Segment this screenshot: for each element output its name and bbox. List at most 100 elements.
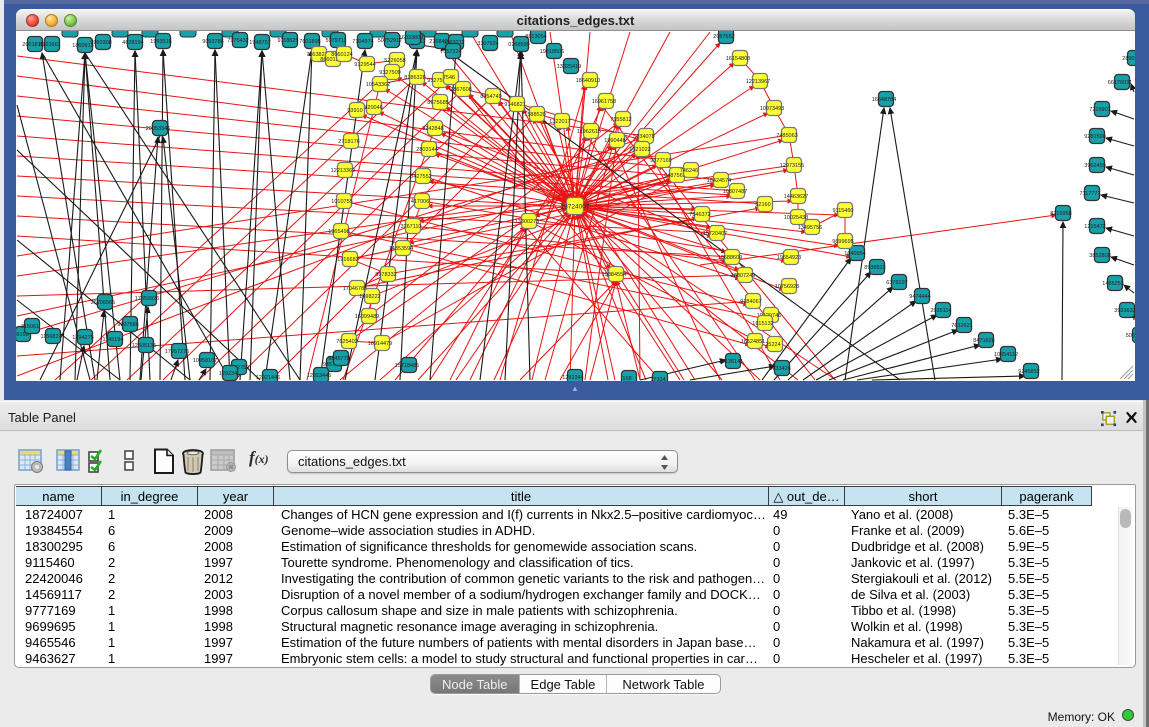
svg-text:1156827: 1156827 [40, 334, 61, 340]
svg-text:17359926: 17359926 [135, 296, 159, 302]
svg-text:7215901: 7215901 [1089, 107, 1110, 113]
svg-text:14463627: 14463627 [784, 194, 808, 200]
svg-text:15720407: 15720407 [703, 231, 727, 237]
svg-text:2867608: 2867608 [450, 87, 471, 93]
svg-text:10025438: 10025438 [784, 215, 808, 221]
svg-text:9281590: 9281590 [1084, 134, 1105, 140]
svg-text:8660124: 8660124 [331, 52, 352, 58]
svg-text:3852808: 3852808 [1089, 253, 1110, 259]
svg-text:12213967: 12213967 [746, 79, 770, 85]
svg-text:3962459: 3962459 [1084, 163, 1105, 169]
svg-text:18524851: 18524851 [741, 339, 765, 345]
svg-text:315061: 315061 [21, 324, 39, 330]
svg-text:15718485: 15718485 [395, 363, 419, 369]
svg-text:1916682: 1916682 [337, 257, 358, 263]
svg-text:9242848: 9242848 [422, 126, 443, 132]
svg-text:12923445: 12923445 [307, 373, 331, 379]
svg-text:20053346: 20053346 [146, 126, 170, 132]
svg-text:1993518: 1993518 [150, 39, 171, 45]
svg-text:16914479: 16914479 [368, 341, 392, 347]
svg-text:18424574: 18424574 [707, 178, 731, 184]
svg-text:10543362: 10543362 [366, 82, 390, 88]
svg-text:13300273: 13300273 [515, 219, 539, 225]
svg-text:7357224: 7357224 [440, 49, 461, 55]
svg-text:1990448: 1990448 [604, 138, 625, 144]
svg-text:7485063: 7485063 [776, 133, 797, 139]
svg-text:12505135: 12505135 [132, 343, 156, 349]
svg-text:5979711: 5979711 [325, 38, 346, 44]
svg-text:17046788: 17046788 [343, 286, 367, 292]
svg-text:9474444: 9474444 [909, 294, 930, 300]
svg-text:7625402: 7625402 [336, 339, 357, 345]
svg-text:14353594: 14353594 [389, 246, 413, 252]
svg-text:9146821: 9146821 [504, 102, 525, 108]
svg-text:1145194: 1145194 [102, 337, 123, 343]
svg-text:1588520: 1588520 [524, 112, 545, 118]
svg-text:93910: 93910 [347, 108, 362, 114]
svg-text:3267110: 3267110 [400, 224, 421, 230]
svg-text:417006: 417006 [411, 199, 429, 205]
svg-text:6379197: 6379197 [886, 280, 907, 286]
svg-text:9960308: 9960308 [90, 40, 111, 46]
svg-text:8678332: 8678332 [375, 272, 396, 278]
svg-text:8186328: 8186328 [404, 75, 425, 81]
svg-text:2718176: 2718176 [338, 139, 359, 145]
svg-text:10807487: 10807487 [723, 189, 747, 195]
svg-text:1615132: 1615132 [752, 321, 773, 327]
svg-text:10688609: 10688609 [718, 255, 742, 261]
svg-text:16961758: 16961758 [592, 99, 616, 105]
svg-text:8938923: 8938923 [864, 265, 885, 271]
svg-text:18724007: 18724007 [561, 204, 590, 211]
svg-text:746246: 746246 [680, 168, 698, 174]
svg-text:14136141: 14136141 [719, 359, 743, 365]
svg-text:10756928: 10756928 [775, 284, 799, 290]
svg-text:1621022: 1621022 [629, 147, 650, 153]
svg-text:19654923: 19654923 [777, 255, 801, 261]
svg-text:7546: 7546 [443, 75, 455, 81]
svg-text:16099489: 16099489 [355, 314, 379, 320]
svg-text:11962615: 11962615 [577, 129, 601, 135]
svg-text:16154808: 16154808 [726, 56, 750, 62]
svg-text:12921446: 12921446 [256, 375, 280, 381]
svg-text:2803144: 2803144 [416, 147, 437, 153]
svg-text:2890786: 2890786 [1122, 56, 1135, 62]
svg-text:8301661: 8301661 [39, 42, 60, 48]
svg-text:0268599: 0268599 [508, 42, 529, 48]
svg-text:9184067: 9184067 [740, 299, 761, 305]
svg-text:4628194: 4628194 [122, 40, 143, 46]
svg-text:16033809: 16033809 [399, 35, 423, 41]
svg-text:8813054: 8813054 [525, 34, 546, 40]
svg-text:1322017: 1322017 [549, 119, 570, 125]
svg-text:19218506: 19218506 [540, 49, 564, 55]
svg-text:12213369: 12213369 [331, 168, 355, 174]
svg-text:19384554: 19384554 [602, 272, 626, 278]
svg-text:1485253: 1485253 [1102, 281, 1123, 287]
svg-text:168: 168 [622, 376, 631, 381]
svg-text:18807249: 18807249 [731, 273, 755, 279]
svg-text:8427552: 8427552 [410, 174, 431, 180]
svg-text:7975432: 7975432 [227, 38, 248, 44]
svg-text:10654112: 10654112 [994, 352, 1018, 358]
svg-text:9129544: 9129544 [354, 62, 375, 68]
svg-text:10958107: 10958107 [193, 358, 217, 364]
svg-text:17334: 17334 [650, 377, 665, 381]
svg-text:17957275: 17957275 [165, 349, 189, 355]
svg-text:8471626: 8471626 [973, 338, 994, 344]
svg-text:7117777: 7117777 [1079, 191, 1100, 197]
svg-text:66176031: 66176031 [1108, 80, 1132, 86]
svg-text:3307924: 3307924 [477, 41, 498, 47]
svg-text:9777169: 9777169 [650, 158, 671, 164]
svg-text:7632621: 7632621 [951, 323, 972, 329]
svg-text:10973493: 10973493 [760, 106, 784, 112]
svg-text:9845779: 9845779 [328, 356, 349, 362]
svg-text:9245852: 9245852 [1018, 369, 1039, 375]
svg-text:62160: 62160 [755, 202, 770, 208]
svg-text:129234: 129234 [219, 371, 237, 377]
svg-text:1294275: 1294275 [72, 335, 93, 341]
svg-text:13325419: 13325419 [557, 64, 581, 70]
svg-text:9093786: 9093786 [202, 39, 223, 45]
svg-text:7955812: 7955812 [610, 117, 631, 123]
svg-text:7104974: 7104974 [352, 39, 373, 45]
svg-text:7546372: 7546372 [689, 212, 710, 218]
svg-text:2935114: 2935114 [930, 308, 951, 314]
